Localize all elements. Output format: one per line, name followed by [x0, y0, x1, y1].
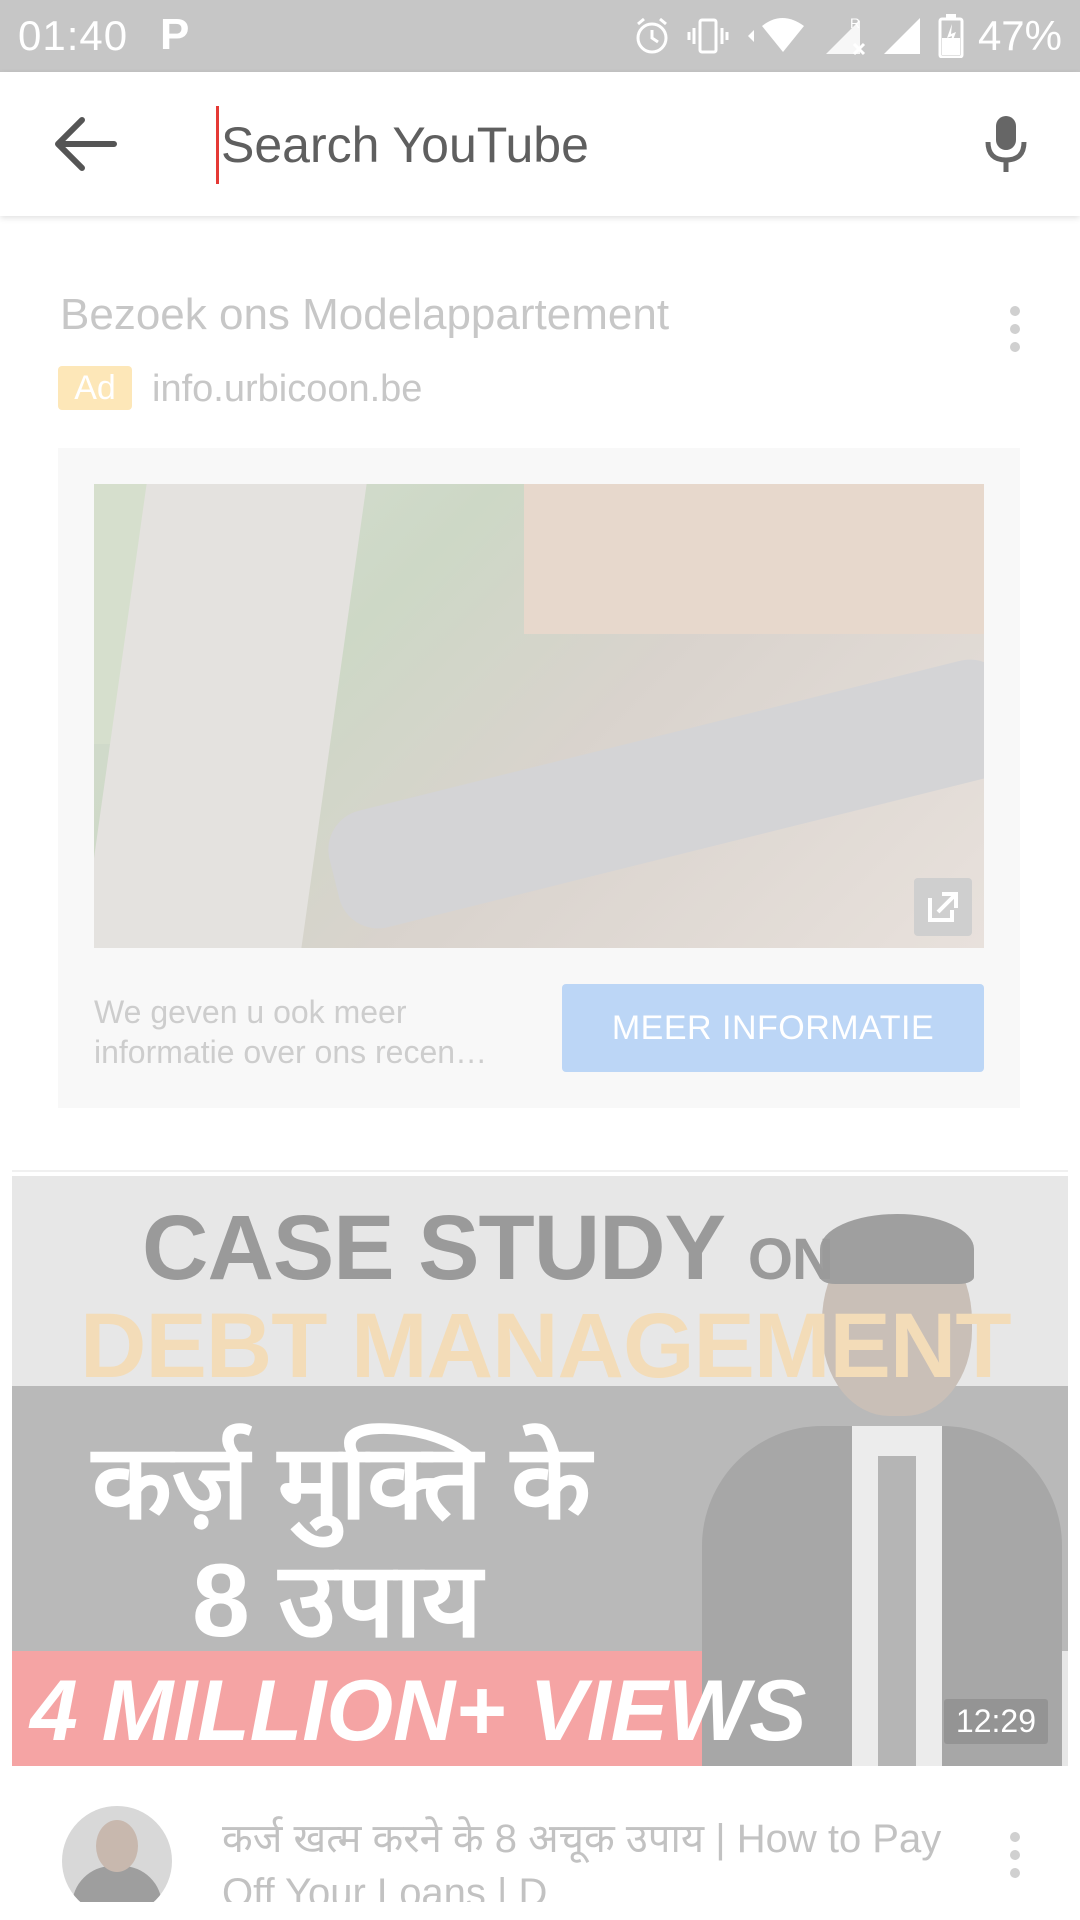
battery-percent: 47%	[977, 12, 1062, 59]
video-duration: 12:29	[943, 1699, 1048, 1744]
open-external-icon[interactable]	[914, 878, 972, 936]
thumbnail-text-line5: 4 MILLION+ VIEWS	[30, 1663, 807, 1759]
ad-title[interactable]: Bezoek ons Modelappartement	[60, 290, 669, 340]
signal-roaming-icon: R	[825, 15, 865, 56]
vibrate-icon	[687, 18, 729, 54]
search-bar	[0, 72, 1080, 216]
divider	[12, 1170, 1068, 1172]
thumbnail-text-line4: 8 उपाय	[192, 1543, 483, 1659]
video-more-options-icon[interactable]	[1010, 1832, 1022, 1882]
arrow-back-icon[interactable]	[50, 114, 118, 174]
channel-avatar[interactable]	[62, 1806, 172, 1916]
ad-card[interactable]: We geven u ook meer informatie over ons …	[58, 448, 1020, 1108]
app-notification-icon: P	[160, 10, 190, 59]
thumbnail-text-line2: DEBT MANAGEMENT	[80, 1295, 1012, 1397]
battery-icon	[938, 14, 964, 58]
mic-icon[interactable]	[985, 114, 1027, 176]
wifi-icon	[747, 18, 804, 52]
signal-icon	[883, 18, 920, 54]
more-info-button[interactable]: MEER INFORMATIE	[562, 984, 984, 1072]
ad-description: We geven u ook meer informatie over ons …	[94, 994, 488, 1070]
ad-badge: Ad	[58, 366, 132, 410]
thumbnail-text-line1: CASE STUDY ON	[142, 1197, 834, 1299]
svg-text:R: R	[850, 15, 860, 31]
search-input[interactable]	[216, 106, 963, 184]
status-icons: R 47%	[632, 10, 1062, 62]
ad-image[interactable]	[94, 484, 984, 948]
more-options-icon[interactable]	[1010, 306, 1022, 356]
status-time: 01:40	[18, 12, 129, 59]
ad-domain[interactable]: info.urbicoon.be	[152, 368, 422, 411]
video-thumbnail[interactable]: CASE STUDY ON DEBT MANAGEMENT कर्ज़ मुक्…	[12, 1176, 1068, 1766]
alarm-icon	[636, 17, 668, 54]
status-bar: 01:40 P R 47%	[0, 0, 1080, 72]
